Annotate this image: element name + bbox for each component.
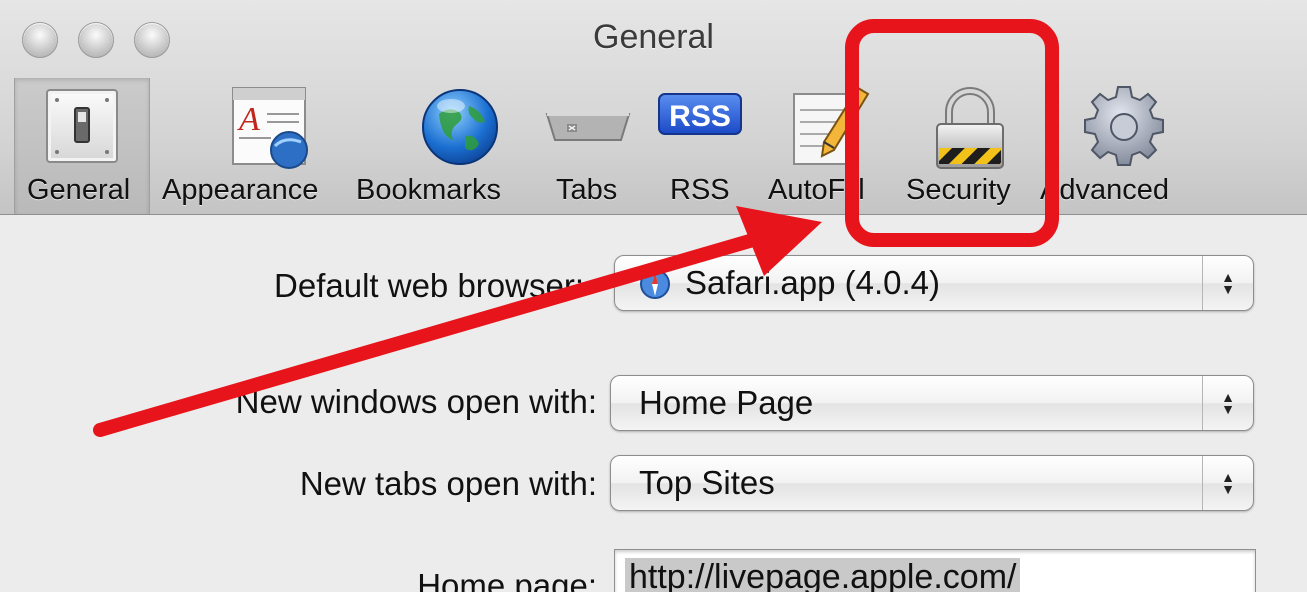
tab-general-label: General	[27, 174, 131, 206]
lock-icon	[927, 84, 1013, 170]
rss-badge-text: RSS	[669, 100, 731, 133]
safari-preferences-window: General General A Appearance Bookmarks T…	[0, 0, 1307, 592]
tab-general[interactable]: General	[14, 78, 150, 214]
tab-security-label: Security	[906, 174, 1011, 206]
tab-tabs[interactable]: Tabs	[540, 78, 634, 214]
tab-rss[interactable]: RSS RSS	[652, 78, 744, 214]
tab-rss-label: RSS	[670, 174, 730, 206]
default-browser-label: Default web browser:	[274, 267, 584, 304]
default-browser-popup[interactable]: Safari.app (4.0.4) ▲ ▼	[614, 255, 1254, 311]
new-windows-value: Home Page	[639, 384, 814, 421]
new-tabs-label: New tabs open with:	[299, 465, 597, 502]
tab-tabs-label: Tabs	[556, 174, 618, 206]
general-switch-icon	[39, 84, 125, 170]
popup-arrows-icon: ▲ ▼	[1202, 456, 1253, 510]
tab-autofill[interactable]: AutoFill	[764, 78, 882, 214]
tab-bookmarks-label: Bookmarks	[356, 174, 502, 206]
tab-autofill-label: AutoFill	[768, 174, 865, 206]
new-windows-popup[interactable]: Home Page ▲ ▼	[610, 375, 1254, 431]
tab-appearance[interactable]: A Appearance	[162, 78, 332, 214]
new-tabs-value: Top Sites	[639, 464, 775, 501]
popup-arrows-icon: ▲ ▼	[1202, 256, 1253, 310]
toolbar-area: General General A Appearance Bookmarks T…	[0, 0, 1307, 215]
rss-icon: RSS	[657, 84, 743, 170]
tab-appearance-label: Appearance	[162, 174, 319, 206]
safari-compass-icon	[639, 268, 671, 308]
home-page-field[interactable]: http://livepage.apple.com/	[614, 549, 1256, 592]
tab-advanced-label: Advanced	[1040, 174, 1169, 206]
new-tabs-popup[interactable]: Top Sites ▲ ▼	[610, 455, 1254, 511]
popup-arrows-icon: ▲ ▼	[1202, 376, 1253, 430]
general-pane: Default web browser: Safari.app (4.0.4) …	[0, 215, 1307, 592]
default-browser-value: Safari.app (4.0.4)	[685, 264, 940, 301]
tab-bookmarks[interactable]: Bookmarks	[352, 78, 522, 214]
tabs-icon	[545, 84, 631, 170]
svg-text:A: A	[237, 101, 260, 138]
home-page-value: http://livepage.apple.com/	[625, 558, 1021, 592]
new-windows-label: New windows open with:	[235, 383, 597, 420]
home-page-label: Home page:	[417, 567, 597, 592]
autofill-pencil-icon	[788, 84, 874, 170]
tab-advanced[interactable]: Advanced	[1040, 78, 1180, 214]
globe-icon	[417, 84, 503, 170]
gear-icon	[1081, 84, 1167, 170]
window-title: General	[593, 18, 714, 56]
tab-security[interactable]: Security	[898, 78, 1022, 214]
appearance-icon: A	[225, 84, 311, 170]
